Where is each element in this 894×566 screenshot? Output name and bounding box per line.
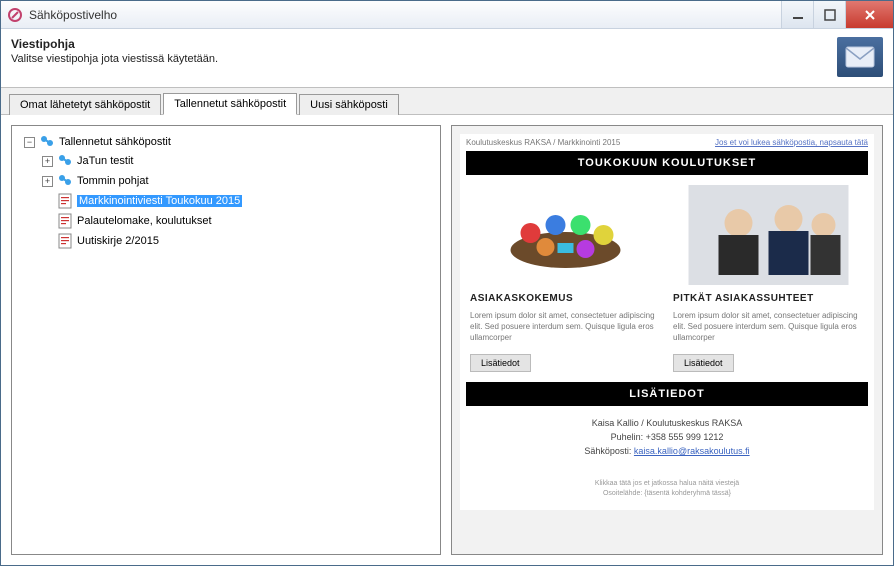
document-icon bbox=[57, 233, 73, 249]
contact-email-link[interactable]: kaisa.kallio@raksakoulutus.fi bbox=[634, 446, 750, 456]
folder-icon bbox=[39, 134, 55, 150]
preview-footer: Klikkaa tätä jos et jatkossa halua näitä… bbox=[460, 473, 874, 510]
app-icon bbox=[7, 7, 23, 23]
tree-item-uutiskirje[interactable]: + Uutiskirje 2/2015 bbox=[40, 232, 436, 250]
tree-item-label: Markkinointiviesti Toukokuu 2015 bbox=[77, 195, 242, 207]
folder-icon bbox=[57, 153, 73, 169]
preview-column-1: ASIAKASKOKEMUS Lorem ipsum dolor sit ame… bbox=[470, 185, 661, 372]
tree-folder-label: Tommin pohjat bbox=[77, 175, 149, 187]
header: Viestipohja Valitse viestipohja jota vie… bbox=[1, 29, 893, 88]
preview-contact: Kaisa Kallio / Koulutuskeskus RAKSA Puhe… bbox=[460, 406, 874, 473]
contact-name: Kaisa Kallio / Koulutuskeskus RAKSA bbox=[460, 416, 874, 430]
tree-folder-tommin[interactable]: + Tommin pohjat bbox=[40, 172, 436, 190]
preview-webview-link[interactable]: Jos et voi lukea sähköpostia, napsauta t… bbox=[715, 138, 868, 147]
preview-image-2 bbox=[673, 185, 864, 285]
app-window: Sähköpostivelho Viestipohja Valitse vies… bbox=[0, 0, 894, 566]
maximize-button[interactable] bbox=[813, 1, 845, 28]
tree-item-markkinointi[interactable]: + Markkinointiviesti Toukokuu 2015 bbox=[40, 192, 436, 210]
preview-col1-button[interactable]: Lisätiedot bbox=[470, 354, 531, 372]
contact-email-label: Sähköposti: bbox=[584, 446, 634, 456]
folder-icon bbox=[57, 173, 73, 189]
preview-image-1 bbox=[470, 185, 661, 285]
document-icon bbox=[57, 193, 73, 209]
tree-item-label: Uutiskirje 2/2015 bbox=[77, 235, 159, 247]
titlebar: Sähköpostivelho bbox=[1, 1, 893, 29]
tree-folder-jatun[interactable]: + JaTun testit bbox=[40, 152, 436, 170]
document-icon bbox=[57, 213, 73, 229]
preview-col1-body: Lorem ipsum dolor sit amet, consectetuer… bbox=[470, 310, 661, 344]
footer-unsubscribe[interactable]: Klikkaa tätä jos et jatkossa halua näitä… bbox=[460, 479, 874, 490]
header-title: Viestipohja bbox=[11, 37, 837, 51]
header-subtitle: Valitse viestipohja jota viestissä käyte… bbox=[11, 53, 837, 65]
preview-banner-2: LISÄTIEDOT bbox=[466, 382, 868, 406]
tree-folder-label: JaTun testit bbox=[77, 155, 133, 167]
preview-col2-body: Lorem ipsum dolor sit amet, consectetuer… bbox=[673, 310, 864, 344]
tab-own-sent[interactable]: Omat lähetetyt sähköpostit bbox=[9, 94, 161, 115]
preview-banner: TOUKOKUUN KOULUTUKSET bbox=[466, 151, 868, 175]
footer-source: Osoitelähde: {täsentä kohderyhmä tässä} bbox=[460, 489, 874, 500]
tree-root-label: Tallennetut sähköpostit bbox=[59, 136, 171, 148]
expand-icon[interactable]: + bbox=[42, 156, 53, 167]
window-controls bbox=[781, 1, 893, 28]
preview-col2-button[interactable]: Lisätiedot bbox=[673, 354, 734, 372]
content-area: − Tallennetut sähköpostit + bbox=[1, 115, 893, 565]
minimize-button[interactable] bbox=[781, 1, 813, 28]
email-preview: Koulutuskeskus RAKSA / Markkinointi 2015… bbox=[460, 134, 874, 510]
tree-pane: − Tallennetut sähköpostit + bbox=[11, 125, 441, 555]
window-title: Sähköpostivelho bbox=[29, 8, 781, 22]
preview-meta-left: Koulutuskeskus RAKSA / Markkinointi 2015 bbox=[466, 138, 620, 147]
template-tree: − Tallennetut sähköpostit + bbox=[16, 132, 436, 252]
contact-phone: Puhelin: +358 555 999 1212 bbox=[460, 430, 874, 444]
expand-icon[interactable]: + bbox=[42, 176, 53, 187]
tree-root[interactable]: − Tallennetut sähköpostit bbox=[22, 133, 436, 151]
close-button[interactable] bbox=[845, 1, 893, 28]
collapse-icon[interactable]: − bbox=[24, 137, 35, 148]
preview-col1-title: ASIAKASKOKEMUS bbox=[470, 293, 661, 304]
preview-column-2: PITKÄT ASIAKASSUHTEET Lorem ipsum dolor … bbox=[673, 185, 864, 372]
tree-item-palautelomake[interactable]: + Palautelomake, koulutukset bbox=[40, 212, 436, 230]
tab-strip: Omat lähetetyt sähköpostit Tallennetut s… bbox=[1, 88, 893, 115]
envelope-icon bbox=[837, 37, 883, 77]
preview-col2-title: PITKÄT ASIAKASSUHTEET bbox=[673, 293, 864, 304]
tab-saved[interactable]: Tallennetut sähköpostit bbox=[163, 93, 297, 115]
tree-item-label: Palautelomake, koulutukset bbox=[77, 215, 212, 227]
tab-new[interactable]: Uusi sähköposti bbox=[299, 94, 399, 115]
preview-pane: Koulutuskeskus RAKSA / Markkinointi 2015… bbox=[451, 125, 883, 555]
